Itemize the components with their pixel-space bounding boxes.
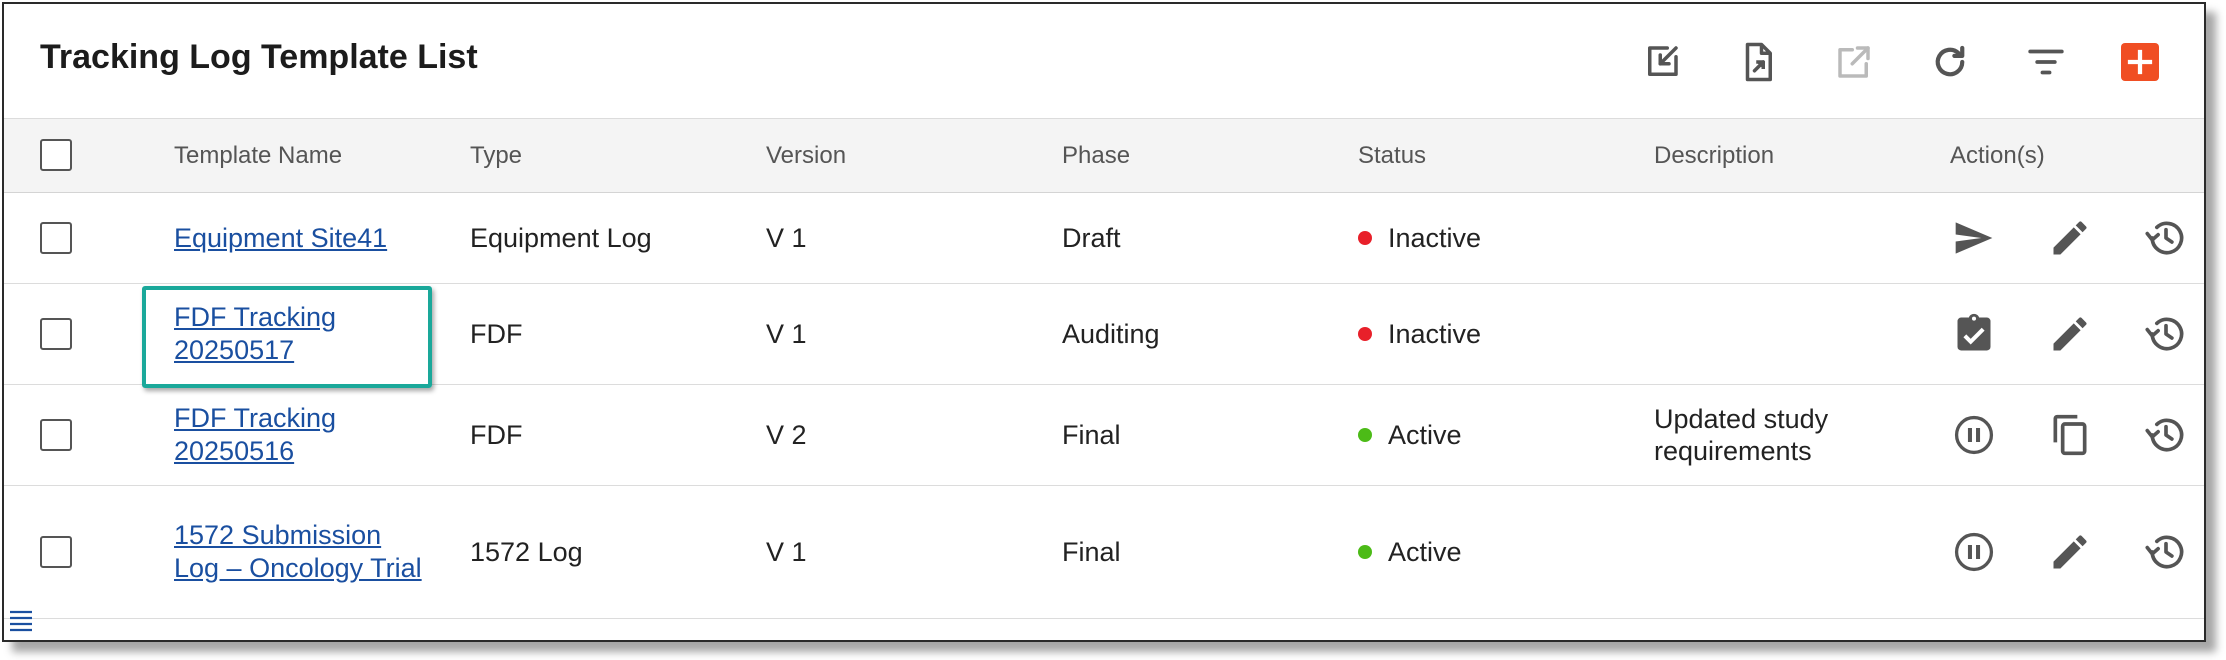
status-dot (1358, 428, 1372, 442)
row-checkbox[interactable] (40, 419, 72, 451)
menu-lines-icon (10, 610, 32, 632)
filter-icon (2028, 49, 2064, 75)
version-cell: V 1 (766, 222, 807, 253)
description-cell (1654, 284, 1924, 384)
status-label: Inactive (1388, 318, 1482, 349)
filter-button[interactable] (2022, 38, 2070, 86)
column-header-type[interactable]: Type (470, 119, 522, 192)
column-header-actions: Action(s) (1950, 142, 2045, 169)
type-cell: Equipment Log (470, 222, 652, 253)
description-cell (1654, 486, 1924, 618)
template-list-panel: Tracking Log Template List Template Name… (2, 2, 2206, 642)
version-cell: V 1 (766, 318, 807, 349)
template-name-link[interactable]: 1572 Submission Log – Oncology Trial (174, 519, 429, 585)
toolbar (4, 38, 2204, 86)
status-label: Inactive (1388, 222, 1482, 253)
history-icon (2145, 418, 2184, 452)
import-icon (1648, 46, 1678, 76)
open-external-button[interactable] (1830, 38, 1878, 86)
history-button[interactable] (2142, 310, 2190, 358)
pause-icon (1954, 415, 1994, 455)
send-icon (1955, 222, 1993, 254)
table-row: FDF Tracking 20250517 FDF V 1 Auditing I… (4, 284, 2204, 385)
table-row: FDF Tracking 20250516 FDF V 2 Final Acti… (4, 385, 2204, 486)
export-file-button[interactable] (1734, 38, 1782, 86)
description-cell: Updated study requirements (1654, 404, 1829, 466)
status-cell: Inactive (1358, 193, 1481, 283)
history-button[interactable] (2142, 214, 2190, 262)
history-icon (2145, 317, 2184, 351)
status-label: Active (1388, 419, 1462, 450)
status-cell: Active (1358, 385, 1462, 485)
edit-button[interactable] (2046, 214, 2094, 262)
column-header-version[interactable]: Version (766, 119, 846, 192)
template-name-link[interactable]: FDF Tracking 20250517 (174, 301, 394, 367)
import-button[interactable] (1638, 38, 1686, 86)
template-name-link[interactable]: FDF Tracking 20250516 (174, 402, 394, 468)
type-cell: FDF (470, 318, 523, 349)
column-header-description[interactable]: Description (1654, 119, 1774, 192)
phase-cell: Final (1062, 419, 1121, 450)
panel-header: Tracking Log Template List (4, 4, 2204, 119)
export-file-icon (1745, 42, 1772, 82)
pause-button[interactable] (1950, 411, 1998, 459)
row-checkbox[interactable] (40, 318, 72, 350)
row-checkbox[interactable] (40, 536, 72, 568)
column-header-template-name[interactable]: Template Name (174, 119, 342, 192)
status-label: Active (1388, 536, 1462, 567)
status-dot (1358, 231, 1372, 245)
version-cell: V 2 (766, 419, 807, 450)
edit-button[interactable] (2046, 528, 2094, 576)
history-button[interactable] (2142, 528, 2190, 576)
history-button[interactable] (2142, 411, 2190, 459)
row-checkbox[interactable] (40, 222, 72, 254)
table-header: Template Name Type Version Phase Status … (4, 119, 2204, 193)
pause-button[interactable] (1950, 528, 1998, 576)
clipboard-check-icon (1957, 313, 1991, 351)
table-row: 1572 Submission Log – Oncology Trial 157… (4, 486, 2204, 619)
status-cell: Active (1358, 486, 1462, 618)
edit-icon (2053, 535, 2087, 569)
column-header-status[interactable]: Status (1358, 119, 1426, 192)
history-icon (2145, 221, 2184, 255)
description-cell (1654, 193, 1924, 283)
edit-icon (2053, 221, 2087, 255)
refresh-button[interactable] (1926, 38, 1974, 86)
history-icon (2145, 535, 2184, 569)
phase-cell: Auditing (1062, 318, 1160, 349)
pause-icon (1954, 532, 1994, 572)
open-external-icon (1838, 46, 1870, 78)
version-cell: V 1 (766, 536, 807, 567)
edit-icon (2053, 317, 2087, 351)
status-cell: Inactive (1358, 284, 1481, 384)
copy-icon (2053, 414, 2087, 456)
type-cell: 1572 Log (470, 536, 583, 567)
refresh-icon (1935, 45, 1965, 77)
add-template-button[interactable] (2121, 43, 2159, 81)
send-button[interactable] (1950, 214, 1998, 262)
column-header-phase[interactable]: Phase (1062, 119, 1130, 192)
phase-cell: Draft (1062, 222, 1121, 253)
status-dot (1358, 545, 1372, 559)
status-dot (1358, 327, 1372, 341)
resize-handle[interactable] (8, 608, 34, 636)
select-all-checkbox[interactable] (40, 139, 72, 171)
phase-cell: Final (1062, 536, 1121, 567)
edit-button[interactable] (2046, 310, 2094, 358)
add-icon (2127, 49, 2153, 75)
copy-button[interactable] (2046, 411, 2094, 459)
table-row: Equipment Site41 Equipment Log V 1 Draft… (4, 193, 2204, 284)
audit-button[interactable] (1950, 310, 1998, 358)
template-name-link[interactable]: Equipment Site41 (174, 222, 387, 255)
type-cell: FDF (470, 419, 523, 450)
